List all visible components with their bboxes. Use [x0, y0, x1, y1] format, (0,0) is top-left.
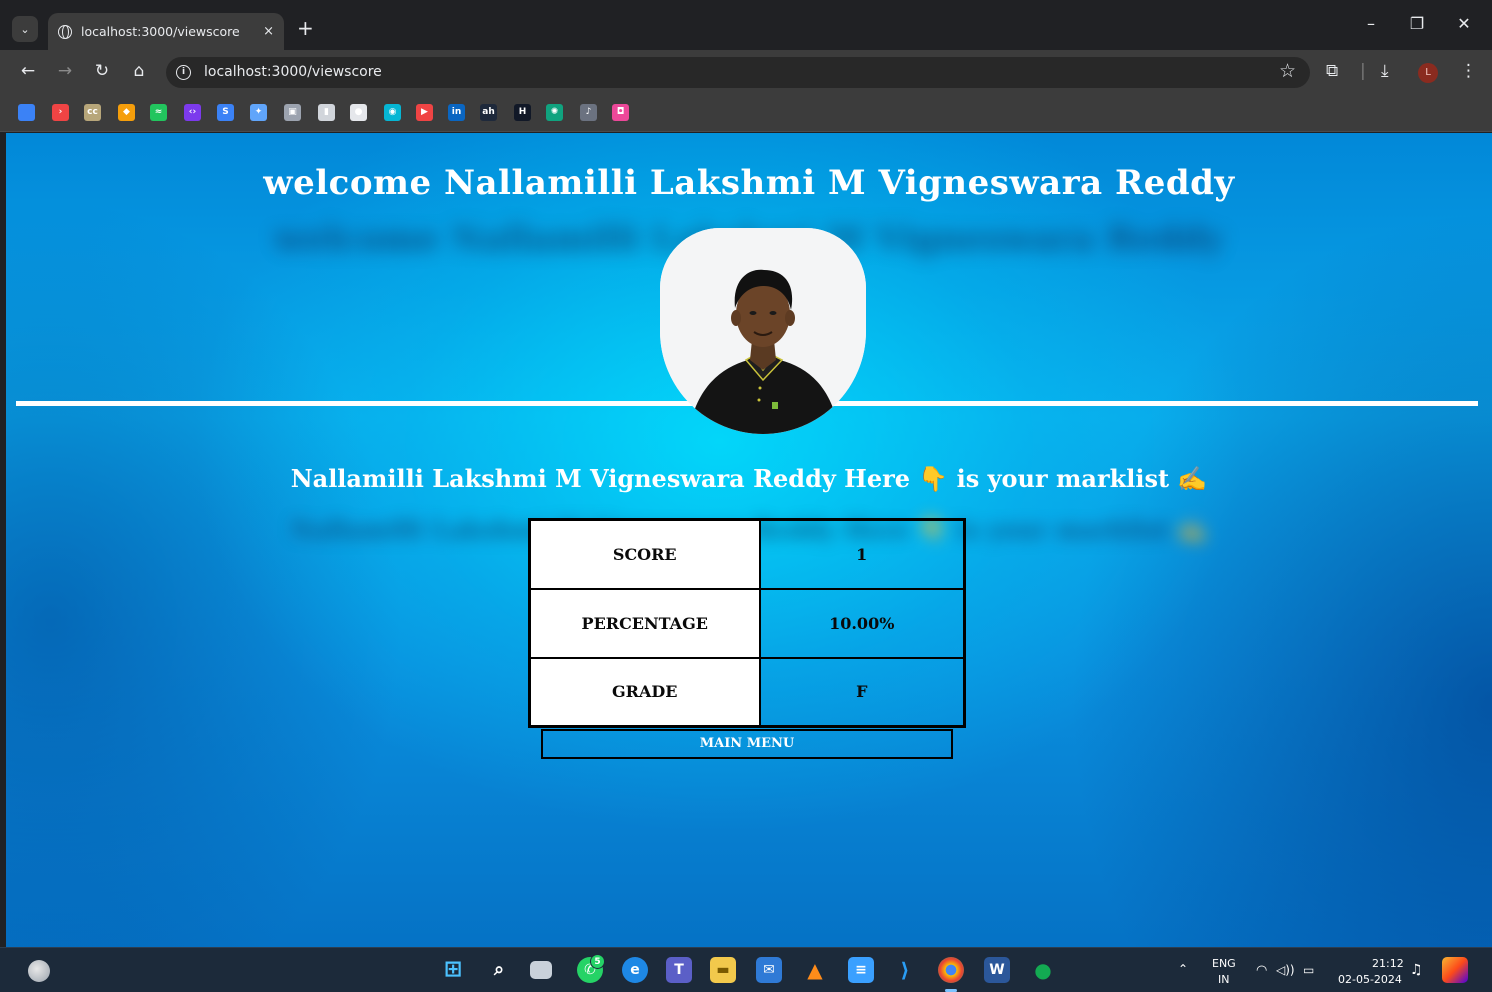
close-window-icon[interactable]: ✕ — [1449, 14, 1479, 33]
bookmark-github-icon[interactable]: ● — [350, 104, 367, 121]
bookmarks-bar: › cc ◆ ≈ ‹› S ✦ ▣ ▮ ● ◉ ▶ in ah H ✺ ♪ ◘ — [0, 94, 1492, 132]
teams-icon[interactable]: T — [666, 957, 692, 983]
menu-icon[interactable]: ⋮ — [1460, 61, 1477, 81]
url-text[interactable]: localhost:3000/viewscore — [204, 64, 382, 80]
bookmark-5-icon[interactable]: ≈ — [150, 104, 167, 121]
tab-title: localhost:3000/viewscore — [81, 24, 240, 39]
file-explorer-icon[interactable]: ▬ — [710, 957, 736, 983]
word-icon[interactable]: W — [984, 957, 1010, 983]
bookmark-s-icon[interactable]: S — [217, 104, 234, 121]
bookmark-4-icon[interactable]: ◆ — [118, 104, 135, 121]
notification-bell-icon[interactable]: ♫ — [1410, 962, 1423, 978]
score-label: SCORE — [528, 518, 761, 590]
grade-value: F — [758, 656, 966, 728]
bookmark-star-icon[interactable]: ☆ — [1279, 60, 1296, 82]
forward-icon[interactable]: → — [54, 60, 76, 82]
whatsapp-badge: 5 — [590, 954, 605, 969]
battery-icon[interactable]: ▭ — [1303, 963, 1314, 977]
clock-time[interactable]: 21:12 — [1372, 957, 1404, 970]
bookmark-12-icon[interactable]: ◉ — [384, 104, 401, 121]
task-view-icon[interactable] — [530, 961, 552, 979]
volume-icon[interactable]: ◁)) — [1276, 963, 1295, 977]
bookmark-chatgpt-icon[interactable]: ✺ — [546, 104, 563, 121]
address-bar[interactable]: i localhost:3000/viewscore ☆ — [166, 57, 1310, 88]
score-value: 1 — [758, 518, 966, 590]
bookmark-cc-icon[interactable]: cc — [84, 104, 101, 121]
tab-bar: ⌄ localhost:3000/viewscore × + – ❐ ✕ — [0, 0, 1492, 50]
language-top[interactable]: ENG — [1212, 957, 1236, 970]
bookmark-youtube-icon[interactable]: ▶ — [416, 104, 433, 121]
site-info-icon[interactable]: i — [176, 65, 191, 80]
welcome-heading: welcome Nallamilli Lakshmi M Vigneswara … — [263, 163, 1235, 203]
outlook-icon[interactable]: ✉ — [756, 957, 782, 983]
language-bottom[interactable]: IN — [1218, 973, 1229, 986]
bookmark-1-icon[interactable] — [18, 104, 35, 121]
browser-toolbar: ← → ↻ ⌂ i localhost:3000/viewscore ☆ ⧉ |… — [0, 50, 1492, 94]
reload-icon[interactable]: ↻ — [91, 60, 113, 82]
bookmark-15-icon[interactable]: ah — [480, 104, 497, 121]
page-viewport: welcome Nallamilli Lakshmi M Vigneswara … — [6, 133, 1492, 947]
show-hidden-icons-icon[interactable]: ⌃ — [1178, 962, 1188, 976]
mongodb-icon[interactable]: ● — [1030, 957, 1056, 983]
vlc-icon[interactable]: ▲ — [802, 957, 828, 983]
bookmark-linkedin-icon[interactable]: in — [448, 104, 465, 121]
bookmark-19-icon[interactable]: ◘ — [612, 104, 629, 121]
bookmark-6-icon[interactable]: ‹› — [184, 104, 201, 121]
tab-search-button[interactable]: ⌄ — [12, 16, 38, 42]
edge-icon[interactable]: e — [622, 957, 648, 983]
weather-icon[interactable] — [28, 960, 50, 982]
bookmark-2-icon[interactable]: › — [52, 104, 69, 121]
table-row-grade: GRADE F — [528, 656, 966, 728]
bookmark-9-icon[interactable]: ▣ — [284, 104, 301, 121]
wifi-icon[interactable]: ◠ — [1256, 963, 1267, 978]
grade-label: GRADE — [528, 656, 761, 728]
copilot-icon[interactable] — [1442, 957, 1468, 983]
start-icon[interactable]: ⊞ — [440, 957, 466, 983]
profile-photo — [660, 228, 866, 434]
home-icon[interactable]: ⌂ — [128, 60, 150, 82]
main-menu-button[interactable]: MAIN MENU — [541, 729, 953, 759]
search-icon[interactable]: ⌕ — [486, 957, 512, 983]
profile-avatar[interactable]: L — [1418, 63, 1438, 83]
bookmark-16-icon[interactable]: H — [514, 104, 531, 121]
table-row-score: SCORE 1 — [528, 518, 966, 590]
bookmark-10-icon[interactable]: ▮ — [318, 104, 335, 121]
close-tab-icon[interactable]: × — [263, 24, 274, 39]
extensions-icon[interactable]: ⧉ — [1326, 61, 1338, 81]
table-row-percentage: PERCENTAGE 10.00% — [528, 587, 966, 659]
toolbar-divider: | — [1360, 61, 1366, 81]
globe-icon — [58, 24, 72, 39]
minimize-icon[interactable]: – — [1356, 14, 1386, 33]
clock-date[interactable]: 02-05-2024 — [1338, 973, 1402, 986]
chrome-icon[interactable] — [938, 957, 964, 983]
download-icon[interactable]: ⤓ — [1381, 61, 1389, 81]
windows-taskbar: ⊞ ⌕ ✆ 5 e T ▬ ✉ ▲ ≡ ⟩ W ● ⌃ ENG IN ◠ ◁))… — [0, 947, 1492, 992]
restore-icon[interactable]: ❐ — [1402, 14, 1432, 33]
bookmark-18-icon[interactable]: ♪ — [580, 104, 597, 121]
marklist-table: SCORE 1 PERCENTAGE 10.00% GRADE F — [528, 518, 966, 728]
notepad-icon[interactable]: ≡ — [848, 957, 874, 983]
bookmark-gemini-icon[interactable]: ✦ — [250, 104, 267, 121]
marklist-heading: Nallamilli Lakshmi M Vigneswara Reddy He… — [290, 464, 1208, 493]
percentage-value: 10.00% — [758, 587, 966, 659]
vscode-icon[interactable]: ⟩ — [892, 957, 918, 983]
new-tab-button[interactable]: + — [297, 16, 314, 40]
percentage-label: PERCENTAGE — [528, 587, 761, 659]
tab-viewscore[interactable]: localhost:3000/viewscore × — [48, 13, 284, 50]
back-icon[interactable]: ← — [17, 60, 39, 82]
